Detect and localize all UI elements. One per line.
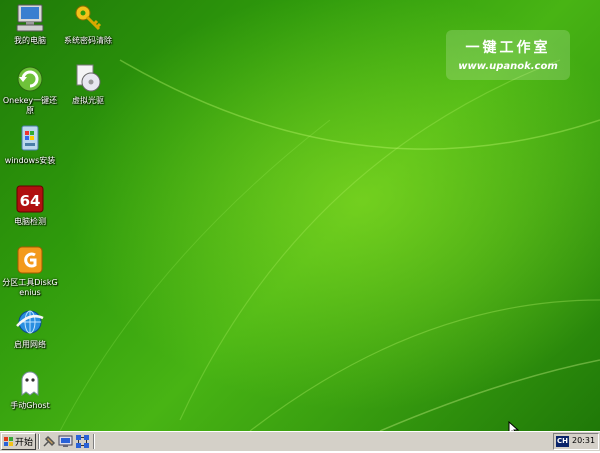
desktop-icon-network[interactable]: 启用网络 [0,306,60,350]
desktop-icon-my-computer[interactable]: 我的电脑 [0,2,60,46]
system-tray: CH 20:31 [553,433,599,450]
desktop-icon-label: Onekey一键还原 [2,96,58,115]
desktop-icon-windows-install[interactable]: windows安装 [0,122,60,166]
desktop-icon-label: 虚拟光驱 [72,96,104,105]
desktop-icon-label: windows安装 [4,156,56,165]
aida64-icon: 64 [14,183,46,215]
virtual-cd-icon [72,62,104,94]
ghost-icon [14,367,46,399]
taskbar-separator [93,434,95,449]
desktop-icon-onekey-restore[interactable]: Onekey一键还原 [0,62,60,116]
desktop-icon-ghost[interactable]: 手动Ghost [0,367,60,411]
desktop-icon-label: 我的电脑 [14,36,46,45]
desktop-icon-pc-check[interactable]: 64 电脑检测 [0,183,60,227]
quicklaunch-tool-icon[interactable] [42,434,57,449]
taskbar-separator [38,434,40,449]
desktop-icon-label: 系统密码清除 [64,36,112,45]
diskgenius-icon [14,244,46,276]
quicklaunch-network-icon[interactable] [75,434,90,449]
watermark-title: 一键工作室 [465,40,551,56]
restore-icon [14,62,46,94]
start-label: 开始 [15,438,34,448]
network-globe-icon [14,306,46,338]
language-indicator[interactable]: CH [556,436,569,447]
watermark-url: www.upanok.com [458,61,558,72]
computer-icon [14,2,46,34]
taskbar: 开始 CH 20:31 [0,431,600,451]
start-button[interactable]: 开始 [1,433,36,450]
desktop-icon-password-clear[interactable]: 系统密码清除 [58,2,118,46]
desktop-icon-label: 启用网络 [14,340,46,349]
watermark-box: 一键工作室 www.upanok.com [446,30,570,80]
desktop[interactable]: 我的电脑 系统密码清除 Onekey一键还原 虚拟光驱 windows安装 64… [0,0,600,431]
windows-logo-icon [4,437,13,446]
clock[interactable]: 20:31 [572,436,595,445]
mouse-pointer-icon [508,420,520,431]
desktop-icon-diskgenius[interactable]: 分区工具DiskGenius [0,244,60,298]
quicklaunch-monitor-icon[interactable] [58,434,73,449]
desktop-icon-label: 电脑检测 [14,217,46,226]
desktop-icon-label: 手动Ghost [10,401,50,410]
desktop-icon-label: 分区工具DiskGenius [2,278,58,297]
desktop-icon-virtual-cd[interactable]: 虚拟光驱 [58,62,118,106]
svg-text:64: 64 [20,192,41,210]
windows-install-icon [14,122,46,154]
key-icon [72,2,104,34]
